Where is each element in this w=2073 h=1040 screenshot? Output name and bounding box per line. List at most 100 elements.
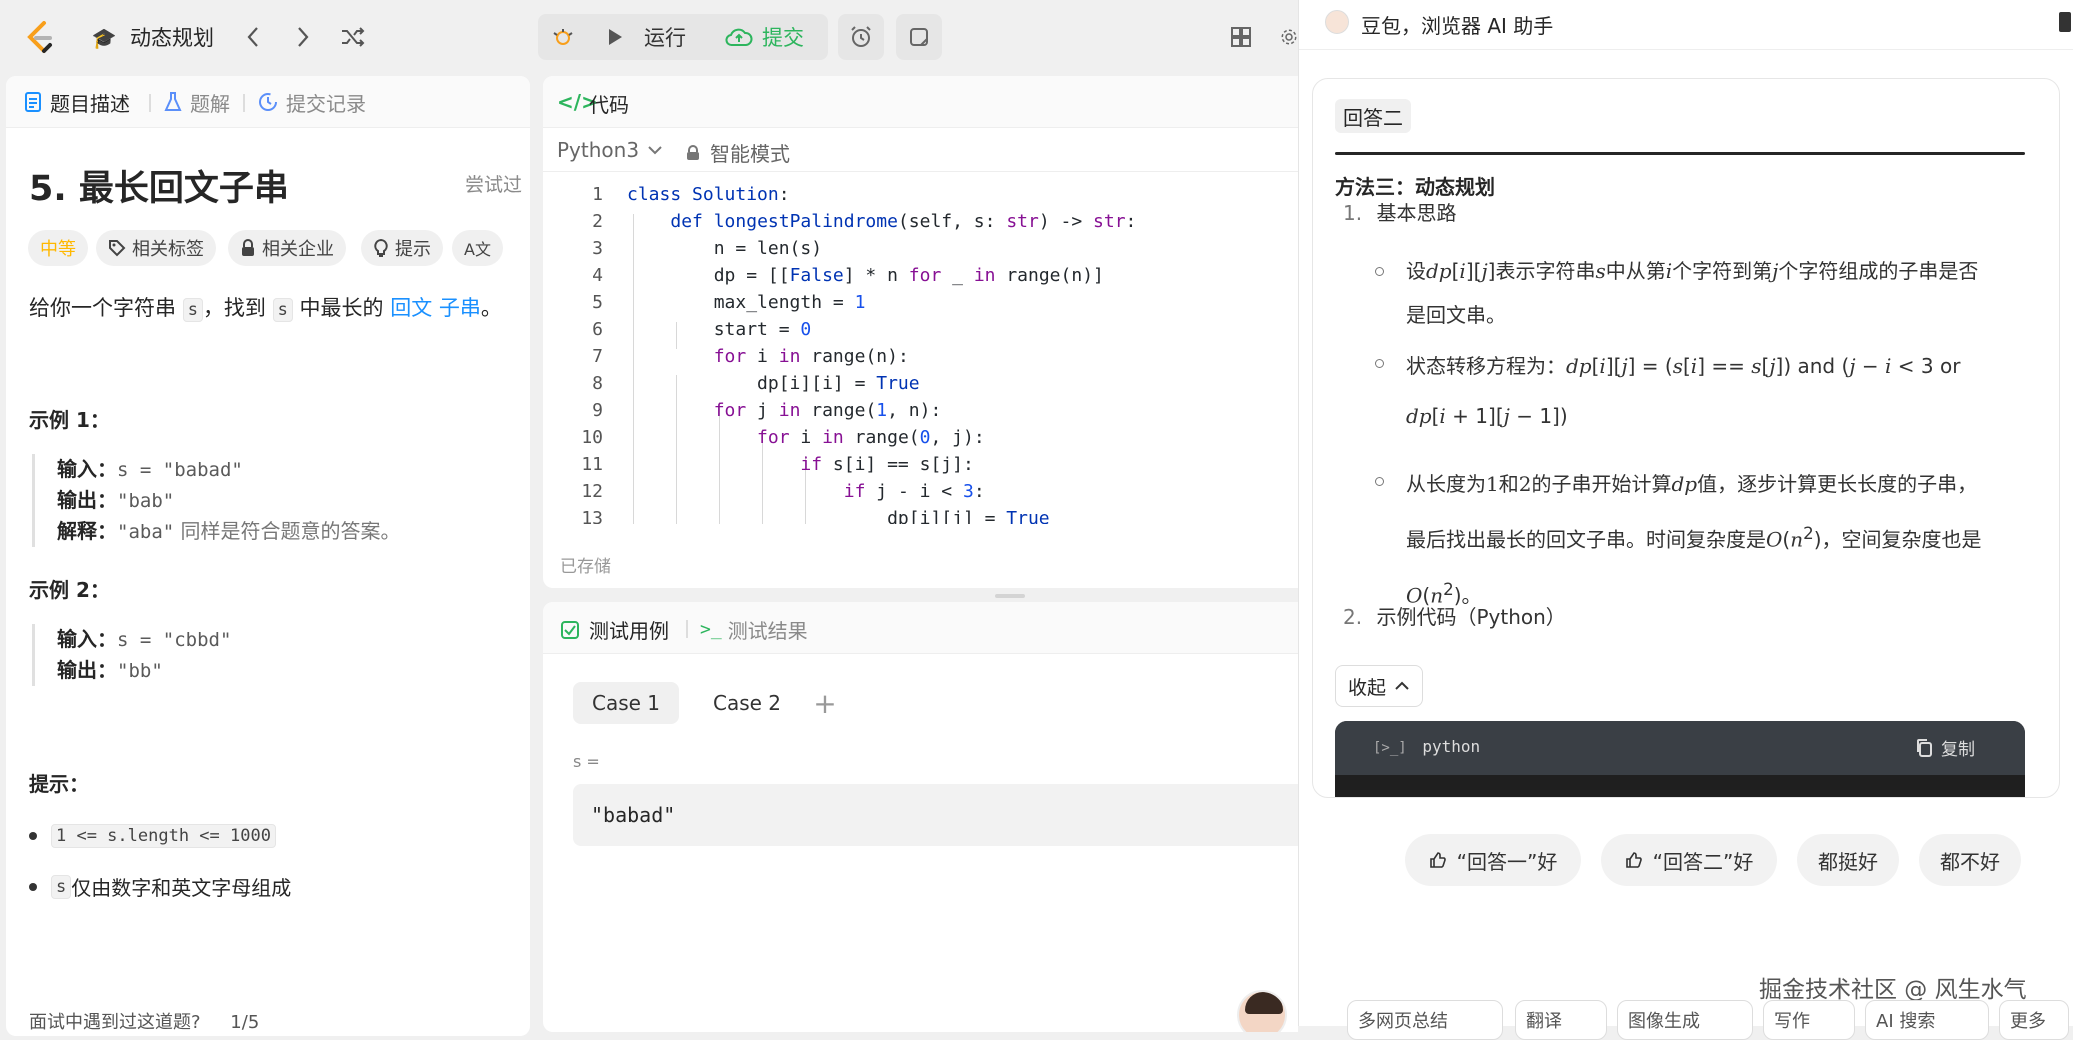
interview-pager: 1/5 — [230, 1012, 260, 1033]
chevron-right-icon[interactable] — [286, 20, 320, 54]
example-2-block: 输入：s = "cbbd" 输出："bb" — [32, 624, 231, 686]
inline-code: s — [51, 874, 72, 899]
layout-grid-icon[interactable] — [1224, 20, 1258, 54]
tab-solutions-label: 题解 — [190, 91, 230, 116]
desc-text: 。 — [480, 296, 502, 320]
palindrome-link[interactable]: 回文 — [390, 296, 432, 320]
add-case-button[interactable]: + — [805, 682, 845, 724]
bullet-circle — [1375, 359, 1384, 368]
tried-status: 尝试过 — [465, 174, 523, 196]
chip-multi-page-summary[interactable]: 多网页总结 — [1347, 1000, 1503, 1040]
smart-mode-toggle[interactable]: 智能模式 — [686, 138, 790, 167]
both-good-button[interactable]: 都挺好 — [1797, 834, 1899, 886]
chip-writing[interactable]: 写作 — [1763, 1000, 1855, 1040]
chevron-down-icon — [648, 146, 662, 155]
explanation-text: 同样是符合题意的答案。 — [174, 519, 401, 543]
line-number: 13 — [581, 508, 603, 524]
example-1-title: 示例 1： — [29, 408, 110, 432]
chevron-left-icon[interactable] — [236, 20, 270, 54]
shuffle-icon[interactable] — [336, 20, 370, 54]
study-plan-icon[interactable]: 🎓 — [90, 24, 118, 52]
line-number: 11 — [581, 454, 603, 475]
chip-label: 更多 — [2010, 1011, 2046, 1032]
history-icon — [259, 93, 277, 111]
saved-status: 已存储 — [560, 557, 611, 577]
chip-label: 图像生成 — [1628, 1011, 1700, 1032]
substring-link[interactable]: 子串 — [439, 296, 481, 320]
vote-answer-1-button[interactable]: “回答一”好 — [1405, 834, 1581, 886]
run-button[interactable]: 运行 — [604, 14, 686, 60]
translate-button[interactable]: A文 — [452, 230, 503, 266]
input-label: 输入： — [57, 457, 117, 481]
flask-icon — [164, 92, 182, 111]
output-value: "bab" — [117, 490, 175, 512]
pin-icon[interactable] — [2059, 12, 2071, 32]
case-1-tab[interactable]: Case 1 — [573, 682, 679, 724]
test-header: 测试用例 >_ 测试结果 — [543, 602, 1298, 654]
problem-list-title[interactable]: 动态规划 — [130, 22, 214, 52]
tab-description-label: 题目描述 — [50, 91, 130, 116]
lightbulb-icon — [374, 238, 388, 257]
tab-description[interactable]: 题目描述 — [24, 88, 130, 116]
related-companies-button[interactable]: 相关企业 — [228, 230, 346, 266]
inline-code: s — [272, 298, 293, 322]
chip-ai-search[interactable]: AI 搜索 — [1865, 1000, 1989, 1040]
hint-button[interactable]: 提示 — [361, 230, 443, 266]
case-2-tab[interactable]: Case 2 — [699, 682, 795, 724]
ordered-item-2: 2. 示例代码（Python） — [1343, 595, 1566, 639]
desc-text: 中最长的 — [292, 296, 391, 320]
variable-input[interactable]: "babad" — [573, 784, 1298, 846]
copy-button[interactable]: 复制 — [1915, 735, 1975, 760]
tab-testresults[interactable]: >_ 测试结果 — [700, 615, 808, 644]
vote-answer-2-button[interactable]: “回答二”好 — [1601, 834, 1777, 886]
collapse-button[interactable]: 收起 — [1335, 665, 1424, 707]
chip-label: 多网页总结 — [1358, 1011, 1448, 1032]
note-icon — [910, 28, 928, 46]
code-line: n = len(s) — [627, 238, 823, 259]
chip-label: AI 搜索 — [1876, 1011, 1936, 1032]
thumbs-up-icon — [1429, 852, 1446, 868]
bullet-item: 状态转移方程为：dp[i][j] = (s[i] == s[j]) and (j… — [1406, 354, 1961, 428]
submit-button[interactable]: 提交 — [724, 14, 804, 60]
tab-testcases-label: 测试用例 — [589, 619, 669, 643]
checkbox-icon — [561, 620, 579, 639]
ordered-text: 基本思路 — [1376, 201, 1457, 225]
problem-title: 5. 最长回文子串 — [29, 169, 289, 209]
tab-solutions[interactable]: 题解 — [164, 88, 230, 116]
bullet — [29, 832, 37, 840]
case-1-label: Case 1 — [591, 691, 661, 715]
line-number: 7 — [592, 346, 603, 367]
language-select[interactable]: Python3 — [557, 138, 663, 162]
settings-gear-icon[interactable] — [1280, 20, 1298, 54]
timer-button[interactable] — [838, 14, 884, 60]
problem-description-panel: 题目描述 题解 提交记录 5. 最长回文子串 尝试过 中等 相关标签 相关企业 … — [6, 76, 530, 1036]
both-bad-button[interactable]: 都不好 — [1919, 834, 2021, 886]
submit-button-label: 提交 — [762, 26, 804, 50]
related-tags-button[interactable]: 相关标签 — [96, 230, 216, 266]
left-tab-bar: 题目描述 题解 提交记录 — [6, 76, 530, 128]
both-good-label: 都挺好 — [1818, 849, 1878, 874]
debug-icon[interactable] — [546, 20, 580, 54]
explanation-value: "aba" — [117, 521, 175, 543]
notes-button[interactable] — [896, 14, 942, 60]
interview-question: 面试中遇到过这道题? 1/5 — [29, 1008, 259, 1034]
cloud-upload-icon — [725, 28, 753, 46]
difficulty-label: 中等 — [40, 239, 76, 260]
tab-testcases[interactable]: 测试用例 — [561, 615, 669, 644]
input-value: s = "babad" — [117, 459, 243, 481]
answer-card: 回答二 方法三：动态规划 1. 基本思路 设dp[i][j]表示字符串s中从第i… — [1312, 78, 2060, 798]
resize-handle[interactable] — [995, 594, 1025, 598]
chip-translate[interactable]: 翻译 — [1515, 1000, 1607, 1040]
tab-divider — [243, 94, 245, 112]
code-editor[interactable]: 1 2 3 4 5 6 7 8 9 10 11 12 13 class Solu… — [543, 184, 1298, 524]
chip-image-generation[interactable]: 图像生成 — [1617, 1000, 1753, 1040]
code-line: dp[i][j] = True — [627, 508, 1050, 524]
code-line: max_length = 1 — [627, 292, 866, 313]
divider — [1335, 152, 2025, 155]
desc-text: 给你一个字符串 — [29, 296, 183, 320]
leetcode-logo-icon[interactable] — [20, 18, 60, 58]
tab-submissions[interactable]: 提交记录 — [258, 88, 366, 116]
terminal-icon: [>_] — [1373, 740, 1407, 756]
chip-more[interactable]: 更多 — [1999, 1000, 2069, 1040]
case-2-label: Case 2 — [712, 691, 782, 715]
